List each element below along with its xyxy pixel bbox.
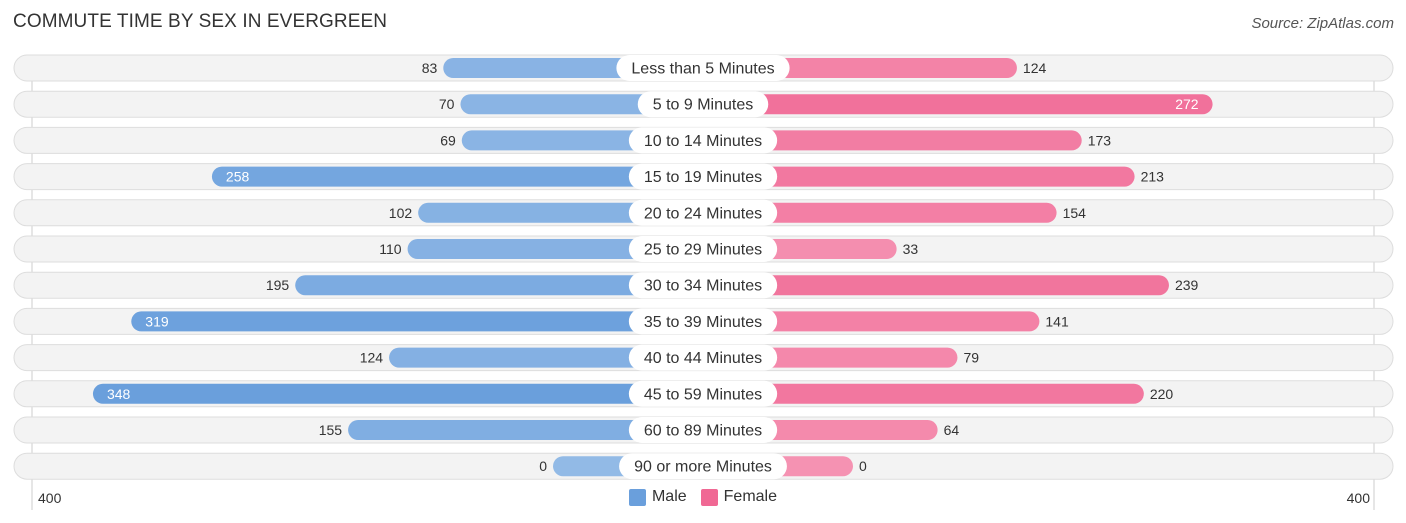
value-label-female: 33 xyxy=(903,241,919,257)
category-label: 20 to 24 Minutes xyxy=(644,205,762,222)
legend-swatch-male xyxy=(628,488,646,506)
legend-item-female[interactable]: Female xyxy=(700,488,778,506)
legend-swatch-female xyxy=(700,488,718,506)
bar-male xyxy=(92,383,704,404)
chart-row: 30 to 34 Minutes 195 239 xyxy=(13,271,1394,299)
category-label: 90 or more Minutes xyxy=(634,459,772,476)
value-label-female: 64 xyxy=(944,422,960,438)
bar-male xyxy=(131,311,704,332)
chart-row: 60 to 89 Minutes 155 64 xyxy=(13,416,1394,444)
category-label: 40 to 44 Minutes xyxy=(644,350,762,367)
chart-row: 25 to 29 Minutes 110 33 xyxy=(13,235,1394,263)
legend-label-female: Female xyxy=(723,488,778,505)
bar-female xyxy=(703,94,1213,115)
chart-row: 45 to 59 Minutes 348 220 xyxy=(13,380,1394,408)
chart-row: 15 to 19 Minutes 258 213 xyxy=(13,163,1394,191)
legend: Male Female xyxy=(0,488,1406,506)
legend-item-male[interactable]: Male xyxy=(628,488,687,506)
chart-row: 5 to 9 Minutes 70 272 xyxy=(13,90,1394,118)
value-label-female: 239 xyxy=(1175,277,1199,293)
category-label: 60 to 89 Minutes xyxy=(644,423,762,440)
value-label-male: 124 xyxy=(360,350,384,366)
value-label-female: 79 xyxy=(963,350,979,366)
category-label: Less than 5 Minutes xyxy=(631,61,774,78)
value-label-female: 272 xyxy=(1175,96,1199,112)
category-label: 25 to 29 Minutes xyxy=(644,242,762,259)
value-label-female: 220 xyxy=(1150,386,1174,402)
value-label-female: 213 xyxy=(1141,169,1165,185)
value-label-female: 0 xyxy=(859,458,867,474)
value-label-male: 0 xyxy=(539,458,547,474)
chart-row: 10 to 14 Minutes 69 173 xyxy=(13,126,1394,154)
chart-row: Less than 5 Minutes 83 124 xyxy=(13,54,1394,82)
chart-row: 35 to 39 Minutes 319 141 xyxy=(13,307,1394,335)
value-label-male: 110 xyxy=(379,241,402,257)
value-label-female: 141 xyxy=(1045,313,1069,329)
value-label-male: 195 xyxy=(266,277,290,293)
legend-label-male: Male xyxy=(651,488,687,505)
value-label-male: 319 xyxy=(145,313,169,329)
value-label-female: 124 xyxy=(1023,60,1047,76)
chart-row: 20 to 24 Minutes 102 154 xyxy=(13,199,1394,227)
category-label: 45 to 59 Minutes xyxy=(644,386,762,403)
value-label-male: 83 xyxy=(422,60,438,76)
value-label-male: 348 xyxy=(107,386,131,402)
value-label-male: 102 xyxy=(389,205,413,221)
value-label-female: 173 xyxy=(1088,132,1112,148)
category-label: 15 to 19 Minutes xyxy=(644,169,762,186)
value-label-male: 155 xyxy=(319,422,343,438)
chart-row: 40 to 44 Minutes 124 79 xyxy=(13,344,1394,372)
category-label: 35 to 39 Minutes xyxy=(644,314,762,331)
chart-canvas: Less than 5 Minutes 83 124 5 to 9 Minutes 70… xyxy=(13,54,1394,510)
category-label: 30 to 34 Minutes xyxy=(644,278,762,295)
value-label-male: 70 xyxy=(439,96,455,112)
value-label-male: 69 xyxy=(440,132,456,148)
value-label-male: 258 xyxy=(226,169,250,185)
category-label: 5 to 9 Minutes xyxy=(653,97,754,114)
category-label: 10 to 14 Minutes xyxy=(644,133,762,150)
value-label-female: 154 xyxy=(1063,205,1087,221)
chart-row: 90 or more Minutes 0 0 xyxy=(13,452,1394,480)
